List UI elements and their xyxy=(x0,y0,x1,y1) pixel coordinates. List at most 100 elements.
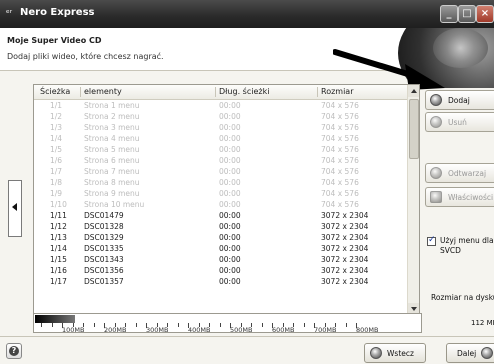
track-cell: 1/14 xyxy=(50,244,67,253)
footer-bar: ? Wstecz Dalej xyxy=(0,336,494,364)
capacity-label: 700MB xyxy=(314,326,337,334)
table-row[interactable]: 1/7 Strona 7 menu 00:00 704 x 576 xyxy=(34,166,407,177)
page-title: Moje Super Video CD xyxy=(7,36,102,45)
track-list: Ścieżka elementy Dług. ścieżki Rozmiar 1… xyxy=(33,84,420,316)
length-cell: 00:00 xyxy=(219,244,241,253)
back-icon xyxy=(370,347,382,359)
checkmark-icon: ✓ xyxy=(428,235,436,245)
name-cell: DSC01329 xyxy=(84,233,124,242)
table-row[interactable]: 1/13 DSC01329 00:00 3072 x 2304 xyxy=(34,232,407,243)
track-cell: 1/5 xyxy=(50,145,63,154)
length-cell: 00:00 xyxy=(219,222,241,231)
length-cell: 00:00 xyxy=(219,255,241,264)
table-row[interactable]: 1/14 DSC01335 00:00 3072 x 2304 xyxy=(34,243,407,254)
scroll-up-button[interactable] xyxy=(408,85,419,97)
table-row[interactable]: 1/9 Strona 9 menu 00:00 704 x 576 xyxy=(34,188,407,199)
table-row[interactable]: 1/17 DSC01357 00:00 3072 x 2304 xyxy=(34,276,407,287)
table-row[interactable]: 1/10 Strona 10 menu 00:00 704 x 576 xyxy=(34,199,407,210)
table-row[interactable]: 1/1 Strona 1 menu 00:00 704 x 576 xyxy=(34,100,407,111)
size-cell: 704 x 576 xyxy=(321,134,359,143)
delete-button[interactable]: Usuń xyxy=(425,112,494,132)
maximize-button[interactable]: □ xyxy=(458,5,476,23)
use-menu-checkbox[interactable]: ✓ xyxy=(427,235,436,246)
name-cell: Strona 4 menu xyxy=(84,134,140,143)
name-cell: DSC01328 xyxy=(84,222,124,231)
capacity-label: 800MB xyxy=(356,326,379,334)
capacity-label: 200MB xyxy=(104,326,127,334)
column-header-items[interactable]: elementy xyxy=(84,87,122,96)
track-cell: 1/1 xyxy=(50,101,63,110)
size-cell: 3072 x 2304 xyxy=(321,266,369,275)
table-row[interactable]: 1/2 Strona 2 menu 00:00 704 x 576 xyxy=(34,111,407,122)
track-cell: 1/9 xyxy=(50,189,63,198)
capacity-label: 100MB xyxy=(62,326,85,334)
capacity-tick xyxy=(93,323,95,327)
track-cell: 1/10 xyxy=(50,200,67,209)
next-icon xyxy=(481,347,493,359)
track-cell: 1/8 xyxy=(50,178,63,187)
size-cell: 704 x 576 xyxy=(321,178,359,187)
table-row[interactable]: 1/3 Strona 3 menu 00:00 704 x 576 xyxy=(34,122,407,133)
capacity-label: 400MB xyxy=(188,326,211,334)
close-button[interactable]: × xyxy=(476,5,494,23)
length-cell: 00:00 xyxy=(219,189,241,198)
table-row[interactable]: 1/11 DSC01479 00:00 3072 x 2304 xyxy=(34,210,407,221)
help-icon: ? xyxy=(9,346,19,356)
column-header-length[interactable]: Dług. ścieżki xyxy=(219,87,269,96)
capacity-tick xyxy=(41,323,42,327)
capacity-fill xyxy=(35,315,75,323)
name-cell: Strona 10 menu xyxy=(84,200,145,209)
back-button-label: Wstecz xyxy=(387,349,414,358)
track-cell: 1/12 xyxy=(50,222,67,231)
delete-icon xyxy=(430,116,442,128)
name-cell: Strona 1 menu xyxy=(84,101,140,110)
table-row[interactable]: 1/5 Strona 5 menu 00:00 704 x 576 xyxy=(34,144,407,155)
play-icon xyxy=(430,167,442,179)
name-cell: DSC01343 xyxy=(84,255,124,264)
capacity-tick xyxy=(51,323,53,327)
vertical-scrollbar[interactable] xyxy=(407,85,419,315)
name-cell: Strona 5 menu xyxy=(84,145,140,154)
size-cell: 704 x 576 xyxy=(321,123,359,132)
table-row[interactable]: 1/15 DSC01343 00:00 3072 x 2304 xyxy=(34,254,407,265)
chevron-left-icon xyxy=(12,203,17,211)
next-button-label: Dalej xyxy=(457,349,477,358)
length-cell: 00:00 xyxy=(219,178,241,187)
name-cell: DSC01357 xyxy=(84,277,124,286)
column-header-size[interactable]: Rozmiar xyxy=(321,87,354,96)
next-button[interactable]: Dalej xyxy=(446,343,494,363)
page-subtitle: Dodaj pliki wideo, które chcesz nagrać. xyxy=(7,52,164,61)
table-row[interactable]: 1/8 Strona 8 menu 00:00 704 x 576 xyxy=(34,177,407,188)
back-button[interactable]: Wstecz xyxy=(364,343,426,363)
length-cell: 00:00 xyxy=(219,211,241,220)
track-cell: 1/16 xyxy=(50,266,67,275)
properties-button[interactable]: Właściwości xyxy=(425,187,494,207)
collapse-panel-tab[interactable] xyxy=(8,180,22,237)
column-header-track[interactable]: Ścieżka xyxy=(40,87,70,96)
minimize-button[interactable]: _ xyxy=(440,5,458,23)
table-row[interactable]: 1/16 DSC01356 00:00 3072 x 2304 xyxy=(34,265,407,276)
name-cell: Strona 7 menu xyxy=(84,167,140,176)
length-cell: 00:00 xyxy=(219,266,241,275)
track-cell: 1/3 xyxy=(50,123,63,132)
track-cell: 1/15 xyxy=(50,255,67,264)
scroll-thumb[interactable] xyxy=(409,99,419,159)
capacity-label: 600MB xyxy=(272,326,295,334)
track-cell: 1/11 xyxy=(50,211,67,220)
size-cell: 704 x 576 xyxy=(321,112,359,121)
arrow-up-icon xyxy=(411,89,417,93)
delete-button-label: Usuń xyxy=(448,118,467,127)
add-button[interactable]: Dodaj xyxy=(425,90,494,110)
name-cell: Strona 2 menu xyxy=(84,112,140,121)
table-row[interactable]: 1/12 DSC01328 00:00 3072 x 2304 xyxy=(34,221,407,232)
disc-size-label: Rozmiar na dysku: xyxy=(431,293,494,302)
length-cell: 00:00 xyxy=(219,145,241,154)
help-button[interactable]: ? xyxy=(6,343,22,359)
size-cell: 3072 x 2304 xyxy=(321,255,369,264)
track-cell: 1/2 xyxy=(50,112,63,121)
name-cell: DSC01335 xyxy=(84,244,124,253)
capacity-tick xyxy=(177,323,179,327)
play-button[interactable]: Odtwarzaj xyxy=(425,163,494,183)
table-row[interactable]: 1/4 Strona 4 menu 00:00 704 x 576 xyxy=(34,133,407,144)
table-row[interactable]: 1/6 Strona 6 menu 00:00 704 x 576 xyxy=(34,155,407,166)
